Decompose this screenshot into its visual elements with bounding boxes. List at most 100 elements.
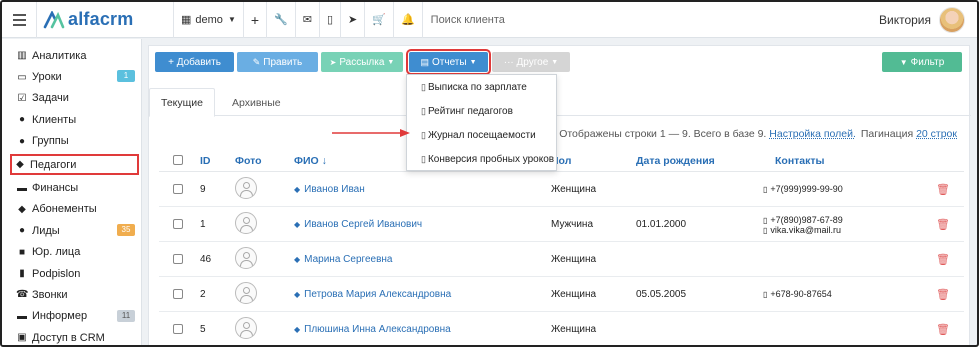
sidebar-item-lessons[interactable]: ▭ Уроки 1	[2, 66, 141, 87]
menu-item-salary-statement[interactable]: ▯ Выписка по зарплате	[407, 75, 556, 99]
sidebar-item-podpislon[interactable]: ▮ Podpislon	[2, 263, 141, 284]
add-button[interactable]: +	[244, 2, 266, 38]
row-checkbox[interactable]	[173, 219, 183, 229]
id-header[interactable]: ID	[200, 155, 211, 167]
trash-icon[interactable]: 🗑	[936, 253, 950, 266]
app-window: alfacrm ▦ demo ▼ + 🔧 ✉ ▯ ➤ 🛒 🔔 Виктория …	[0, 0, 979, 347]
leads-badge: 35	[117, 224, 135, 237]
select-all-checkbox[interactable]	[173, 155, 183, 165]
trash-icon[interactable]: 🗑	[936, 288, 950, 301]
menu-icon[interactable]	[2, 2, 36, 38]
tasks-icon: ☑	[17, 92, 27, 104]
teacher-name-link[interactable]: Петрова Мария Александровна	[304, 289, 451, 300]
sidebar-item-informer[interactable]: ▬ Информер 11	[2, 306, 141, 327]
add-teacher-button[interactable]: + Добавить	[155, 52, 234, 72]
row-checkbox[interactable]	[173, 254, 183, 264]
trash-icon[interactable]: 🗑	[936, 218, 950, 231]
fields-settings-link[interactable]: Настройка полей.	[769, 128, 856, 140]
other-button[interactable]: ··· Другое ▼	[492, 52, 570, 72]
teacher-id: 46	[200, 254, 212, 265]
sidebar-item-tasks[interactable]: ☑ Задачи	[2, 88, 141, 109]
sidebar-item-groups[interactable]: ● Группы	[2, 131, 141, 152]
edit-button[interactable]: ✎ Править	[237, 52, 318, 72]
mailing-button[interactable]: ➤ Рассылка ▼	[321, 52, 403, 72]
envelope-icon: ✉	[302, 14, 312, 26]
table-row[interactable]: 1 ◆ Иванов Сергей Иванович Мужчина 01.01.200…	[159, 207, 964, 242]
table-header: ID Фото ФИО ↓ Пол Дата рождения Контакты	[159, 150, 964, 172]
reports-button[interactable]: ▤ Отчеты ▼	[406, 49, 491, 75]
mail-button[interactable]: ✉	[296, 2, 319, 38]
tabs: Текущие Архивные	[149, 88, 971, 117]
cart-button[interactable]: 🛒	[365, 2, 393, 38]
trash-icon[interactable]: 🗑	[936, 323, 950, 336]
teacher-name-link[interactable]: Иванов Иван	[304, 184, 365, 195]
logo[interactable]: alfacrm	[43, 9, 173, 30]
table-row[interactable]: 5 ◆ Плюшина Инна Александровна Женщина 🗑	[159, 312, 964, 345]
tag-icon: ◆	[18, 203, 26, 215]
sidebar: ▥ Аналитика ▭ Уроки 1 ☑ Задачи ● Клиенты ● Гру…	[2, 39, 142, 345]
menu-item-teacher-rating[interactable]: ▯ Рейтинг педагогов	[407, 99, 556, 123]
row-checkbox[interactable]	[173, 184, 183, 194]
pagination-link[interactable]: 20 строк	[916, 128, 957, 140]
teacher-name-link[interactable]: Иванов Сергей Иванович	[304, 219, 422, 230]
menu-item-label: Рейтинг педагогов	[427, 105, 513, 117]
menu-item-label: Журнал посещаемости	[427, 129, 536, 141]
sidebar-item-leads[interactable]: ● Лиды 35	[2, 220, 141, 241]
sidebar-item-crm-access[interactable]: ▣ Доступ в CRM	[2, 327, 141, 345]
tab-current[interactable]: Текущие	[149, 88, 215, 117]
teacher-photo-placeholder	[235, 317, 257, 339]
caret-down-icon: ▼	[469, 58, 477, 66]
notifications-button[interactable]: 🔔	[394, 2, 422, 38]
sidebar-item-label: Доступ в CRM	[32, 331, 105, 344]
photo-header[interactable]: Фото	[235, 155, 262, 167]
table-row[interactable]: 2 ◆ Петрова Мария Александровна Женщина 05.0…	[159, 277, 964, 312]
client-search-input[interactable]	[430, 13, 631, 26]
wrench-icon: 🔧	[274, 14, 288, 26]
sidebar-item-label: Клиенты	[32, 113, 77, 126]
sidebar-item-legal-entities[interactable]: ■ Юр. лица	[2, 242, 141, 263]
contacts-header[interactable]: Контакты	[775, 155, 825, 167]
row-checkbox[interactable]	[173, 324, 183, 334]
branch-selector[interactable]: ▦ demo ▼	[174, 2, 243, 38]
sidebar-item-analytics[interactable]: ▥ Аналитика	[2, 45, 141, 66]
teacher-name-cell[interactable]: ◆ Иванов Иван	[294, 184, 365, 195]
teacher-name-cell[interactable]: ◆ Иванов Сергей Иванович	[294, 219, 422, 230]
sidebar-item-calls[interactable]: ☎ Звонки	[2, 284, 141, 305]
teacher-name-cell[interactable]: ◆ Плюшина Инна Александровна	[294, 324, 451, 335]
teacher-name-link[interactable]: Плюшина Инна Александровна	[304, 324, 451, 335]
teacher-name-cell[interactable]: ◆ Марина Сергеевна	[294, 254, 392, 265]
user-menu[interactable]: Виктория	[879, 2, 965, 38]
row-checkbox[interactable]	[173, 289, 183, 299]
main-panel: + Добавить ✎ Править ➤ Рассылка ▼ ▤ Отчеты ▼ …	[148, 45, 971, 345]
avatar[interactable]	[939, 7, 965, 33]
menu-item-trial-conversion[interactable]: ▯ Конверсия пробных уроков	[407, 147, 556, 171]
filter-button[interactable]: ▼ Фильтр	[882, 52, 962, 72]
sidebar-item-finance[interactable]: ▬ Финансы	[2, 177, 141, 198]
menu-item-attendance-journal[interactable]: ▯ Журнал посещаемости	[407, 123, 556, 147]
edit-label: Править	[263, 56, 303, 68]
user-plus-icon: ●	[18, 225, 26, 237]
name-header[interactable]: ФИО ↓	[294, 155, 327, 167]
menu-item-label: Конверсия пробных уроков	[427, 153, 555, 165]
teacher-name-cell[interactable]: ◆ Петрова Мария Александровна	[294, 289, 451, 300]
teacher-name-link[interactable]: Марина Сергеевна	[304, 254, 392, 265]
settings-button[interactable]: 🔧	[267, 2, 295, 38]
reports-dropdown-menu: ▯ Выписка по зарплате ▯ Рейтинг педагогов …	[406, 74, 557, 171]
tab-archived[interactable]: Архивные	[221, 88, 292, 117]
telegram-button[interactable]: ➤	[341, 2, 364, 38]
table-row[interactable]: 46 ◆ Марина Сергеевна Женщина 🗑	[159, 242, 964, 277]
sidebar-item-teachers[interactable]: ◆ Педагоги	[10, 153, 139, 176]
cart-icon: 🛒	[372, 14, 386, 26]
file-text-icon: ▯	[421, 81, 426, 92]
sidebar-item-clients[interactable]: ● Клиенты	[2, 109, 141, 130]
toolbar: + Добавить ✎ Править ➤ Рассылка ▼ ▤ Отчеты ▼ …	[153, 49, 969, 75]
sidebar-item-subscriptions[interactable]: ◆ Абонементы	[2, 199, 141, 220]
teacher-birthday: 01.01.2000	[636, 219, 687, 230]
birthday-header[interactable]: Дата рождения	[636, 155, 715, 167]
trash-icon[interactable]: 🗑	[936, 183, 950, 196]
user-name: Виктория	[878, 13, 931, 27]
mobile-button[interactable]: ▯	[320, 2, 340, 38]
annotation-arrow	[332, 129, 410, 137]
table-row[interactable]: 9 ◆ Иванов Иван Женщина ▯ +7(999)999-99-90 🗑	[159, 172, 964, 207]
caret-down-icon: ▼	[227, 15, 236, 24]
